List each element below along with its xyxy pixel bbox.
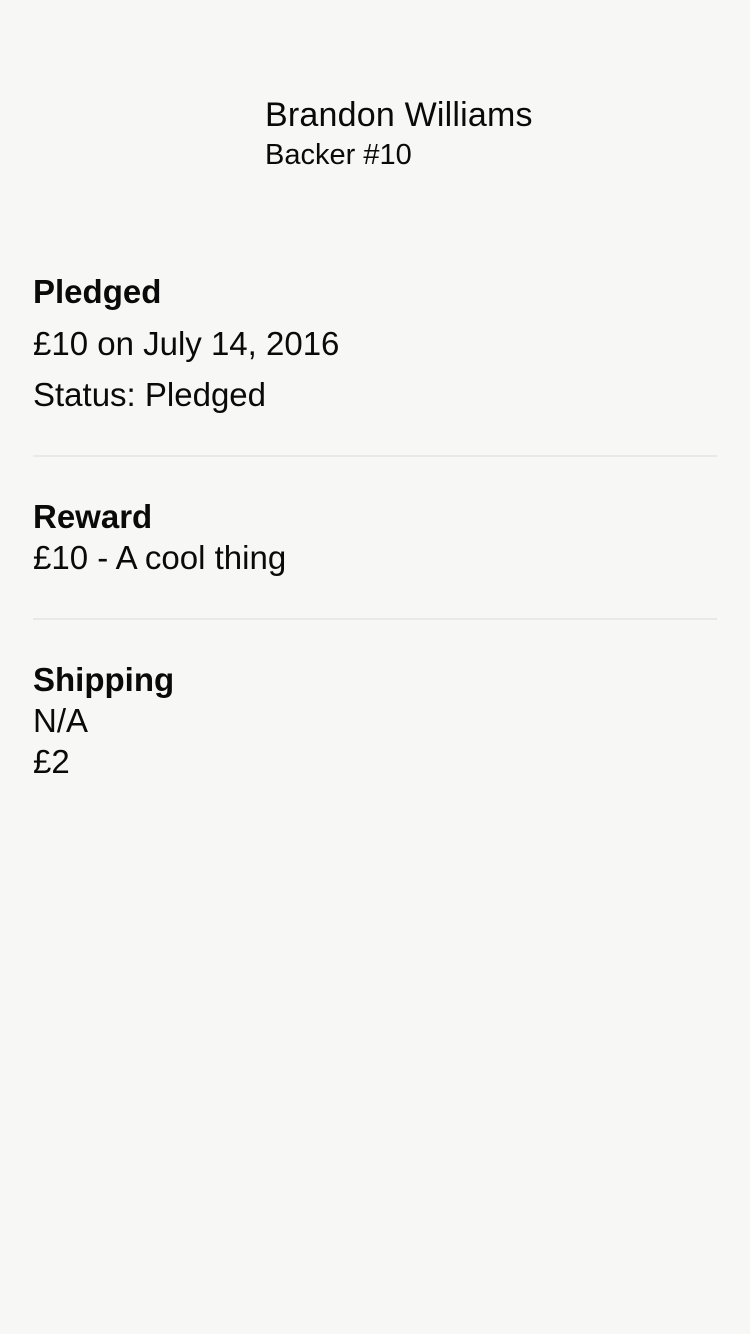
reward-title: Reward	[33, 498, 153, 535]
section-divider	[33, 618, 717, 620]
shipping-title: Shipping	[33, 661, 175, 698]
backer-number: Backer #10	[265, 139, 412, 171]
reward-section: Reward £10 - A cool thing	[33, 497, 717, 578]
reward-description: £10 - A cool thing	[33, 539, 287, 576]
pledged-amount-date: £10 on July 14, 2016	[33, 325, 340, 362]
section-divider	[33, 455, 717, 457]
pledged-title: Pledged	[33, 273, 162, 310]
backer-name: Brandon Williams	[265, 96, 533, 134]
shipping-section: Shipping N/A £2	[33, 660, 717, 782]
pledge-details: Pledged £10 on July 14, 2016 Status: Ple…	[33, 272, 717, 782]
pledged-section: Pledged £10 on July 14, 2016 Status: Ple…	[33, 272, 717, 415]
pledge-status: Status: Pledged	[33, 376, 266, 413]
backer-header: Brandon Williams Backer #10	[265, 96, 533, 174]
shipping-location: N/A	[33, 702, 89, 739]
shipping-amount: £2	[33, 743, 70, 780]
